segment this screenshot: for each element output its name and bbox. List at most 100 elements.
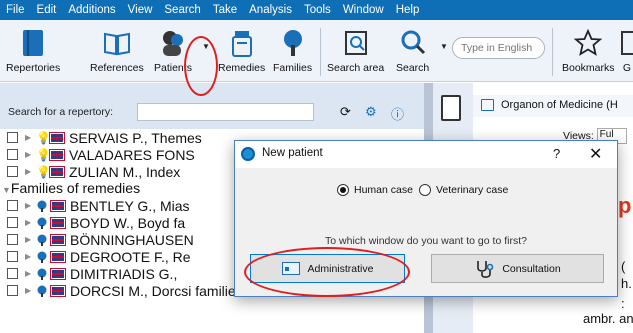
repertory-search-label: Search for a repertory: [8, 106, 114, 118]
tree-icon [278, 24, 308, 58]
checkbox[interactable] [7, 200, 18, 211]
uk-flag-icon [49, 165, 65, 178]
expand-arrow-icon[interactable]: ▶ [25, 218, 33, 227]
list-item[interactable]: ▶ 💡 VALADARES FONS [0, 146, 195, 163]
checkbox[interactable] [7, 268, 18, 279]
references-button[interactable]: References [90, 24, 144, 74]
gear-icon[interactable]: ⚙ [365, 104, 377, 120]
uk-flag-icon [50, 233, 66, 246]
checkbox[interactable] [7, 234, 18, 245]
veterinary-case-radio[interactable] [418, 184, 431, 196]
uk-flag-icon [49, 148, 65, 161]
menu-additions[interactable]: Additions [62, 0, 121, 20]
remedy-jar-icon [227, 24, 257, 58]
menu-edit[interactable]: Edit [31, 0, 63, 20]
menu-search[interactable]: Search [158, 0, 206, 20]
clipboard-icon[interactable] [441, 95, 461, 121]
dialog-titlebar: New patient ? ✕ [235, 141, 617, 168]
checkbox[interactable] [7, 285, 18, 296]
menu-bar: File Edit Additions View Search Take Ana… [0, 0, 633, 20]
expand-arrow-icon[interactable]: ▶ [25, 201, 33, 210]
case-type-radio-group: Human case Veterinary case [337, 184, 508, 196]
expand-arrow-icon[interactable]: ▶ [25, 252, 33, 261]
checkbox[interactable] [7, 132, 18, 143]
next-toolbar-button[interactable]: G [620, 24, 633, 74]
open-book-icon [102, 24, 132, 58]
close-button[interactable]: ✕ [589, 144, 602, 164]
families-button[interactable]: Families [273, 24, 312, 74]
book-icon [481, 99, 494, 111]
list-item[interactable]: ▶ DEGROOTE F., Re [0, 248, 191, 265]
help-icon[interactable]: ⓘ [391, 104, 404, 123]
patients-button[interactable]: Patients [154, 24, 192, 74]
uk-flag-icon [50, 284, 66, 297]
search-area-icon [341, 24, 371, 58]
checkbox[interactable] [7, 149, 18, 160]
expand-arrow-icon[interactable]: ▶ [25, 133, 33, 142]
repertory-search-bar: Search for a repertory: ⟳ ⚙ ⓘ [0, 100, 424, 124]
tree-icon [37, 268, 47, 280]
help-button[interactable]: ? [553, 146, 560, 161]
repertory-search-input[interactable] [137, 103, 314, 121]
list-item[interactable]: ▶ BÖNNINGHAUSEN [0, 231, 194, 248]
dialog-title: New patient [262, 147, 323, 159]
checkbox[interactable] [7, 166, 18, 177]
sync-icon[interactable]: ⟳ [340, 104, 351, 120]
menu-tools[interactable]: Tools [298, 0, 337, 20]
lightbulb-icon: 💡 [36, 130, 51, 145]
uk-flag-icon [50, 216, 66, 229]
menu-file[interactable]: File [0, 0, 31, 20]
menu-view[interactable]: View [122, 0, 159, 20]
expand-arrow-icon[interactable]: ▶ [25, 235, 33, 244]
list-item[interactable]: ▶ DORCSI M., Dorcsi families [0, 282, 243, 299]
search-icon [398, 24, 428, 58]
administrative-button[interactable]: Administrative [250, 254, 405, 283]
list-item[interactable]: ▶ BENTLEY G., Mias [0, 197, 190, 214]
uk-flag-icon [50, 199, 66, 212]
search-area-button[interactable]: Search area [327, 24, 384, 74]
menu-take[interactable]: Take [207, 0, 243, 20]
toolbar-separator [552, 28, 553, 76]
reference-tab[interactable]: Organon of Medicine (H [473, 95, 633, 117]
book-icon [18, 24, 48, 58]
toolbar-separator [320, 28, 321, 76]
expand-arrow-icon[interactable]: ▶ [25, 150, 33, 159]
lightbulb-icon: 💡 [36, 164, 51, 179]
search-dropdown-icon[interactable]: ▼ [440, 42, 448, 51]
menu-analysis[interactable]: Analysis [243, 0, 298, 20]
remedies-button[interactable]: Remedies [218, 24, 265, 74]
dialog-question: To which window do you want to go to fir… [325, 235, 527, 247]
menu-window[interactable]: Window [337, 0, 390, 20]
human-case-radio[interactable] [337, 184, 349, 196]
id-card-icon [281, 262, 300, 275]
expand-arrow-icon[interactable]: ▶ [25, 286, 33, 295]
menu-help[interactable]: Help [390, 0, 426, 20]
expand-arrow-icon[interactable]: ▶ [25, 269, 33, 278]
new-patient-dialog: New patient ? ✕ Human case Veterinary ca… [234, 140, 618, 297]
patients-icon [158, 24, 188, 58]
list-item[interactable]: ▶ BOYD W., Boyd fa [0, 214, 185, 231]
search-button[interactable]: Search [396, 24, 429, 74]
toolbar: Repertories References Patients ▼ Remedi… [0, 20, 633, 82]
families-group-header[interactable]: ▼Families of remedies [2, 180, 140, 196]
uk-flag-icon [49, 131, 65, 144]
list-item[interactable]: ▶ 💡 ZULIAN M., Index [0, 163, 180, 180]
repertories-button[interactable]: Repertories [6, 24, 60, 74]
list-item[interactable]: ▶ 💡 SERVAIS P., Themes [0, 129, 202, 146]
collapse-arrow-icon[interactable]: ▼ [2, 185, 11, 195]
tree-icon [37, 200, 47, 212]
list-item[interactable]: ▶ DIMITRIADIS G., [0, 265, 177, 282]
checkbox[interactable] [7, 217, 18, 228]
bookmarks-button[interactable]: Bookmarks [562, 24, 615, 74]
lightbulb-icon: 💡 [36, 147, 51, 162]
checkbox[interactable] [7, 251, 18, 262]
expand-arrow-icon[interactable]: ▶ [25, 167, 33, 176]
app-icon [241, 147, 255, 161]
patients-dropdown-icon[interactable]: ▼ [202, 42, 210, 51]
search-input[interactable] [452, 37, 545, 59]
uk-flag-icon [50, 250, 66, 263]
consultation-button[interactable]: Consultation [431, 254, 604, 283]
tree-icon [37, 251, 47, 263]
star-icon [573, 24, 603, 58]
toolbar-cut-icon [620, 24, 633, 58]
